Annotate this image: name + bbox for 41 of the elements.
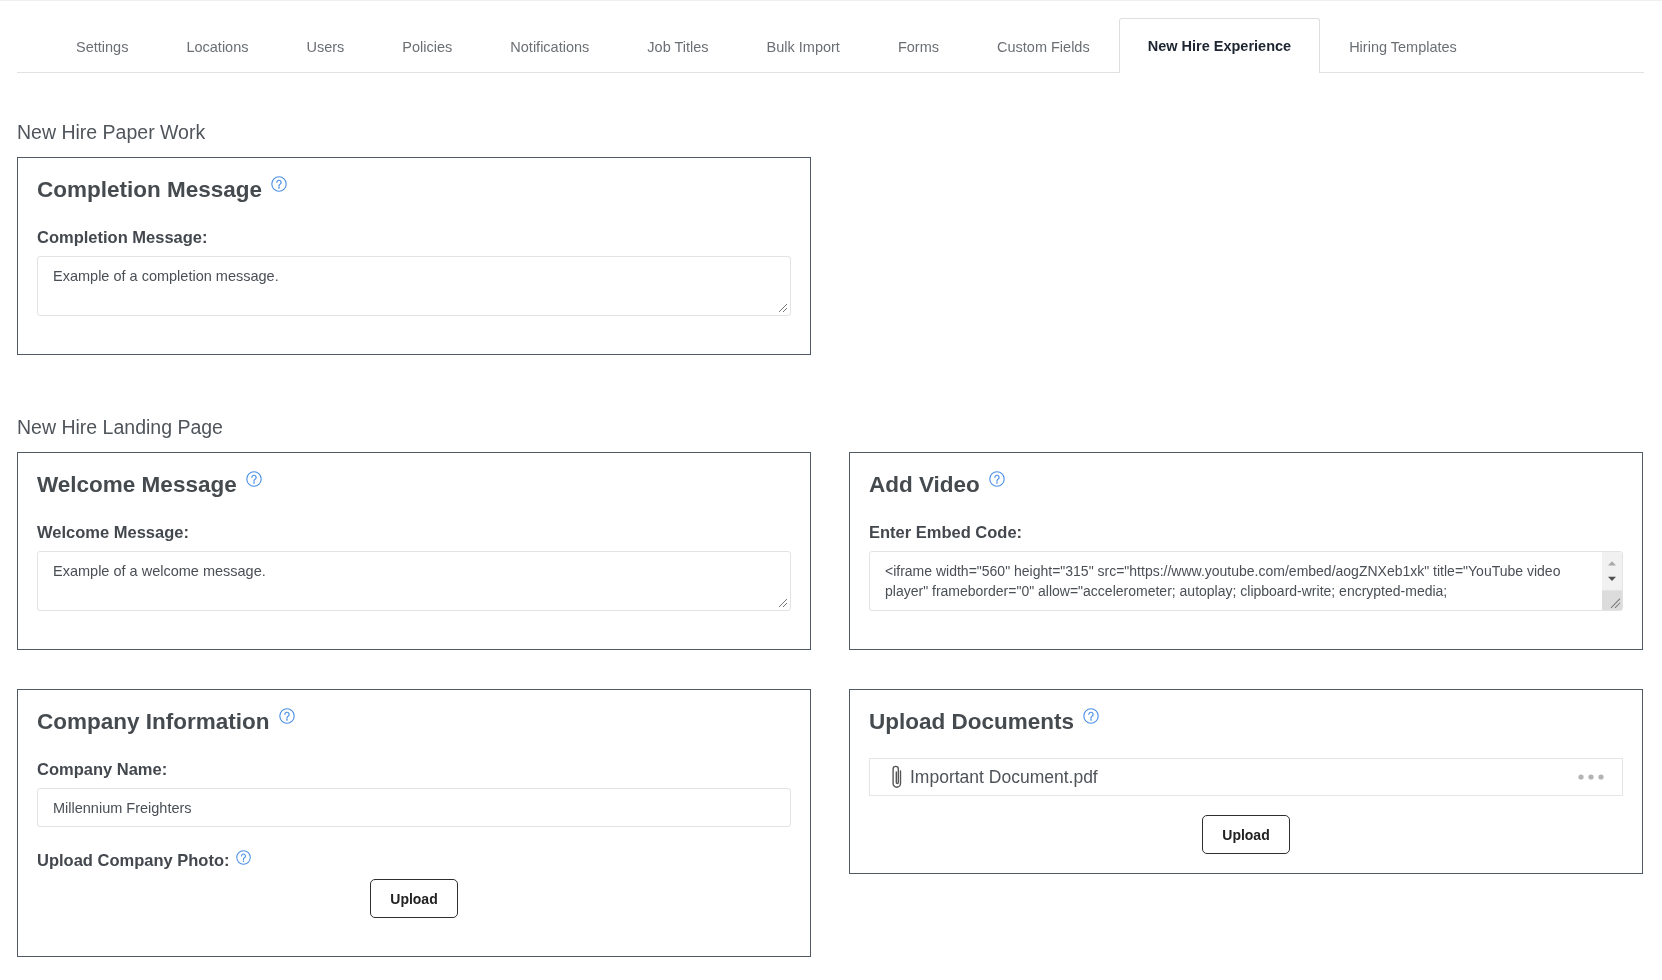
tab[interactable]: Bulk Import <box>737 19 869 73</box>
field-label: Welcome Message: <box>37 522 189 543</box>
card-title: Company Information <box>37 708 270 736</box>
help-icon[interactable] <box>988 471 1005 487</box>
file-name: Important Document.pdf <box>910 766 1098 788</box>
text-area[interactable]: Example of a completion message. <box>37 256 791 316</box>
tab[interactable]: Custom Fields <box>968 19 1119 73</box>
upload-button[interactable]: Upload <box>1202 815 1290 854</box>
tab[interactable]: Users <box>277 19 374 73</box>
card-title: Completion Message <box>37 176 263 204</box>
more-options-icon[interactable] <box>1578 774 1604 780</box>
resize-grip-icon[interactable] <box>778 598 788 608</box>
help-icon[interactable] <box>1083 708 1100 724</box>
tab[interactable]: New Hire Experience <box>1118 18 1321 73</box>
tab[interactable]: Policies <box>373 19 482 73</box>
tab[interactable]: Forms <box>868 19 968 73</box>
card-title: Welcome Message <box>37 471 237 499</box>
field-label: Company Name: <box>37 759 168 780</box>
help-icon[interactable] <box>245 471 262 487</box>
field-label: Enter Embed Code: <box>869 522 1023 543</box>
tab[interactable]: Job Titles <box>618 19 738 73</box>
help-icon[interactable] <box>235 850 251 865</box>
scrollbar[interactable] <box>1602 552 1622 610</box>
paperclip-icon <box>890 764 904 790</box>
resize-grip-icon[interactable] <box>778 303 788 313</box>
text-field[interactable]: Millennium Freighters <box>37 788 791 827</box>
help-icon[interactable] <box>278 708 295 724</box>
text-area[interactable]: Example of a welcome message. <box>37 551 791 611</box>
tab[interactable]: Settings <box>47 19 158 73</box>
card-title: Add Video <box>869 471 980 499</box>
card-title: Upload Documents <box>869 708 1075 736</box>
tab[interactable]: Hiring Templates <box>1320 19 1486 73</box>
tab[interactable]: Notifications <box>481 19 619 73</box>
section-title: New Hire Paper Work <box>17 120 207 144</box>
field-label: Upload Company Photo: <box>37 850 230 871</box>
section-title: New Hire Landing Page <box>17 415 224 439</box>
tab[interactable]: Locations <box>157 19 278 73</box>
field-label: Completion Message: <box>37 227 208 248</box>
embed-code-area[interactable]: <iframe width="560" height="315" src="https://www.youtube.com/embed/aogZNXeb1xk" title="YouTube video player" frameborder="0" allow="accelerometer; autoplay; clipboard-write; encrypted-media; <box>869 551 1623 611</box>
help-icon[interactable] <box>271 176 288 192</box>
upload-button[interactable]: Upload <box>370 879 458 918</box>
